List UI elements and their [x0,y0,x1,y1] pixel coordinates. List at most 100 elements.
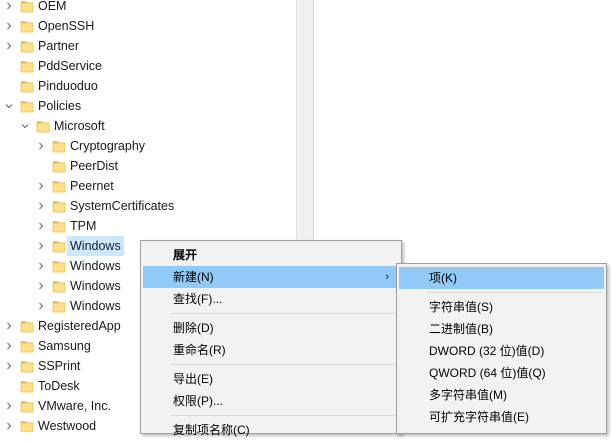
folder-icon [52,239,66,253]
folder-icon [20,379,34,393]
menu-item[interactable]: 查找(F)... [143,288,399,310]
chevron-right-icon[interactable] [35,236,47,256]
tree-node-label[interactable]: Windows [70,276,121,296]
tree-node[interactable]: TPM [0,216,296,236]
menu-item-label: 二进制值(B) [429,322,493,336]
tree-node[interactable]: Partner [0,36,296,56]
folder-icon [20,339,34,353]
tree-node[interactable]: PeerDist [0,156,296,176]
folder-icon [20,79,34,93]
tree-node-label[interactable]: PeerDist [70,156,118,176]
tree-node-label[interactable]: PddService [38,56,102,76]
menu-item-label: 项(K) [429,271,457,285]
folder-icon [20,359,34,373]
chevron-right-icon[interactable] [35,176,47,196]
folder-icon [36,119,50,133]
tree-node-label[interactable]: Samsung [38,336,91,356]
tree-node-label[interactable]: Microsoft [54,116,105,136]
menu-item[interactable]: 重命名(R) [143,339,399,361]
chevron-right-icon[interactable] [3,0,15,16]
tree-node[interactable]: SystemCertificates [0,196,296,216]
menu-item[interactable]: QWORD (64 位)值(Q) [399,362,604,384]
tree-node-label[interactable]: SSPrint [38,356,80,376]
tree-node-label[interactable]: Policies [38,96,81,116]
menu-separator [171,364,397,365]
menu-item-label: 展开 [173,248,198,262]
folder-icon [20,399,34,413]
chevron-right-icon[interactable] [35,256,47,276]
menu-item-label: 导出(E) [173,372,213,386]
folder-icon [52,259,66,273]
menu-item[interactable]: 权限(P)... [143,390,399,412]
tree-node-label[interactable]: Peernet [70,176,114,196]
chevron-right-icon[interactable] [3,36,15,56]
menu-item-label: 字符串值(S) [429,300,493,314]
menu-item[interactable]: 删除(D) [143,317,399,339]
folder-icon [20,0,34,13]
tree-node-label[interactable]: SystemCertificates [70,196,174,216]
tree-node[interactable]: OpenSSH [0,16,296,36]
tree-node-label[interactable]: Windows [70,256,121,276]
chevron-right-icon[interactable] [3,336,15,356]
tree-node[interactable]: Microsoft [0,116,296,136]
chevron-right-icon[interactable] [3,416,15,432]
tree-node[interactable]: Pinduoduo [0,76,296,96]
menu-item[interactable]: 多字符串值(M) [399,384,604,406]
folder-icon [20,99,34,113]
folder-icon [20,319,34,333]
menu-item-label: 多字符串值(M) [429,388,507,402]
tree-node-label[interactable]: RegisteredApp [38,316,121,336]
menu-item[interactable]: 二进制值(B) [399,318,604,340]
tree-node-label[interactable]: Westwood [38,416,96,432]
menu-item[interactable]: DWORD (32 位)值(D) [399,340,604,362]
menu-item[interactable]: 可扩充字符串值(E) [399,406,604,428]
tree-node-label[interactable]: ToDesk [38,376,80,396]
menu-item-label: DWORD (32 位)值(D) [429,344,545,358]
menu-item-label: QWORD (64 位)值(Q) [429,366,546,380]
menu-item-label: 权限(P)... [173,394,223,408]
chevron-right-icon[interactable] [3,356,15,376]
tree-node-label[interactable]: VMware, Inc. [38,396,111,416]
folder-icon [52,279,66,293]
tree-node-label[interactable]: Pinduoduo [38,76,98,96]
new-submenu: 项(K) 字符串值(S) 二进制值(B) DWORD (32 位)值(D) QWORD … [396,263,607,434]
tree-node-label[interactable]: Windows [67,236,124,256]
tree-node[interactable]: Cryptography [0,136,296,156]
tree-node[interactable]: Peernet [0,176,296,196]
menu-item-label: 查找(F)... [173,292,223,306]
chevron-down-icon[interactable] [3,96,15,116]
menu-separator [171,415,397,416]
menu-item[interactable]: 展开 [143,244,399,266]
folder-icon [52,299,66,313]
menu-item[interactable]: 字符串值(S) [399,296,604,318]
menu-item[interactable]: 复制项名称(C) [143,419,399,441]
menu-item[interactable]: 新建(N) › [143,266,399,288]
menu-item-label: 复制项名称(C) [173,423,250,437]
chevron-right-icon[interactable] [3,396,15,416]
menu-item[interactable]: 导出(E) [143,368,399,390]
tree-node[interactable]: Policies [0,96,296,116]
tree-node-label[interactable]: Windows [70,296,121,316]
chevron-right-icon[interactable] [35,296,47,316]
chevron-down-icon[interactable] [19,116,31,136]
chevron-right-icon[interactable] [3,16,15,36]
menu-item-label: 可扩充字符串值(E) [429,410,529,424]
tree-node-label[interactable]: TPM [70,216,96,236]
context-menu: 展开新建(N) › 查找(F)... 删除(D) 重命名(R) 导出(E) 权限(P)...… [140,240,402,437]
menu-separator [427,292,602,293]
tree-node-label[interactable]: Cryptography [70,136,145,156]
submenu-arrow-icon: › [385,271,389,283]
menu-item[interactable]: 项(K) [399,267,604,289]
chevron-right-icon[interactable] [3,316,15,336]
tree-node-label[interactable]: OpenSSH [38,16,94,36]
tree-node[interactable]: OEM [0,0,296,16]
folder-icon [52,219,66,233]
tree-node-label[interactable]: OEM [38,0,66,16]
chevron-right-icon[interactable] [35,196,47,216]
tree-node[interactable]: PddService [0,56,296,76]
folder-icon [20,59,34,73]
chevron-right-icon[interactable] [35,276,47,296]
tree-node-label[interactable]: Partner [38,36,79,56]
chevron-right-icon[interactable] [35,136,47,156]
chevron-right-icon[interactable] [35,216,47,236]
